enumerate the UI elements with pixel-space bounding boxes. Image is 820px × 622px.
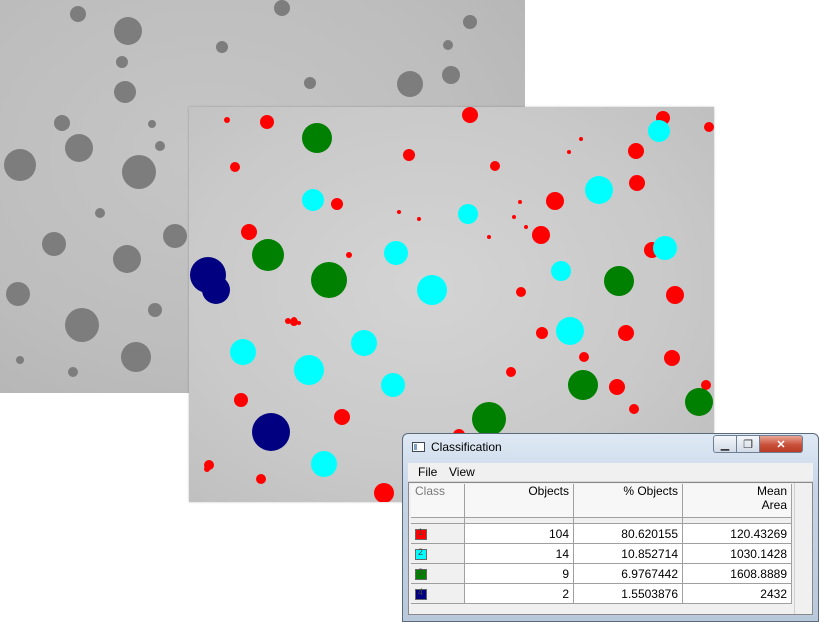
mean-area-cell: 120.43269 (683, 524, 792, 544)
class2-particles (230, 120, 677, 477)
class-id: 4 (418, 586, 424, 597)
classification-window: Classification ▁ ❐ ✕ File View Class Obj… (402, 433, 819, 622)
vertical-scrollbar[interactable] (794, 483, 812, 614)
class-color-swatch[interactable]: 1 (415, 526, 427, 540)
class-id: 1 (418, 526, 424, 537)
pct-objects-cell: 6.9767442 (574, 564, 683, 584)
menu-view[interactable]: View (449, 465, 475, 479)
menu-bar: File View (408, 463, 813, 482)
class-cell: 1 (411, 524, 465, 544)
header-class[interactable]: Class (411, 484, 465, 518)
table-header-row: Class Objects % Objects Mean Area (411, 484, 792, 518)
header-mean-area-line2: Area (761, 498, 787, 512)
mean-area-cell: 1608.8889 (683, 564, 792, 584)
menu-file[interactable]: File (418, 465, 437, 479)
objects-cell: 2 (465, 584, 574, 604)
table-row[interactable]: 3 9 6.9767442 1608.8889 (411, 564, 792, 584)
objects-cell: 104 (465, 524, 574, 544)
objects-cell: 14 (465, 544, 574, 564)
table-row[interactable]: 4 2 1.5503876 2432 (411, 584, 792, 604)
close-button[interactable]: ✕ (759, 435, 803, 453)
class-cell: 4 (411, 584, 465, 604)
title-bar[interactable]: Classification ▁ ❐ ✕ (403, 434, 818, 460)
header-mean-area-line1: Mean (756, 484, 787, 498)
class-color-swatch[interactable]: 3 (415, 566, 427, 580)
header-objects[interactable]: Objects (465, 484, 574, 518)
header-pct-objects[interactable]: % Objects (574, 484, 683, 518)
class-cell: 3 (411, 564, 465, 584)
pct-objects-cell: 1.5503876 (574, 584, 683, 604)
minimize-button[interactable]: ▁ (713, 435, 737, 453)
mean-area-cell: 2432 (683, 584, 792, 604)
class-id: 2 (418, 546, 424, 557)
classification-table-panel: Class Objects % Objects Mean Area 1 104 … (408, 482, 813, 615)
mean-area-cell: 1030.1428 (683, 544, 792, 564)
table-row[interactable]: 2 14 10.852714 1030.1428 (411, 544, 792, 564)
maximize-button[interactable]: ❐ (736, 435, 760, 453)
header-mean-area[interactable]: Mean Area (683, 484, 792, 518)
pct-objects-cell: 80.620155 (574, 524, 683, 544)
class-cell: 2 (411, 544, 465, 564)
table-row[interactable]: 1 104 80.620155 120.43269 (411, 524, 792, 544)
pct-objects-cell: 10.852714 (574, 544, 683, 564)
window-icon (412, 442, 425, 452)
class-color-swatch[interactable]: 2 (415, 546, 427, 560)
window-title: Classification (431, 440, 502, 454)
class-color-swatch[interactable]: 4 (415, 586, 427, 600)
classification-table: Class Objects % Objects Mean Area 1 104 … (411, 484, 792, 604)
class-id: 3 (418, 566, 424, 577)
objects-cell: 9 (465, 564, 574, 584)
